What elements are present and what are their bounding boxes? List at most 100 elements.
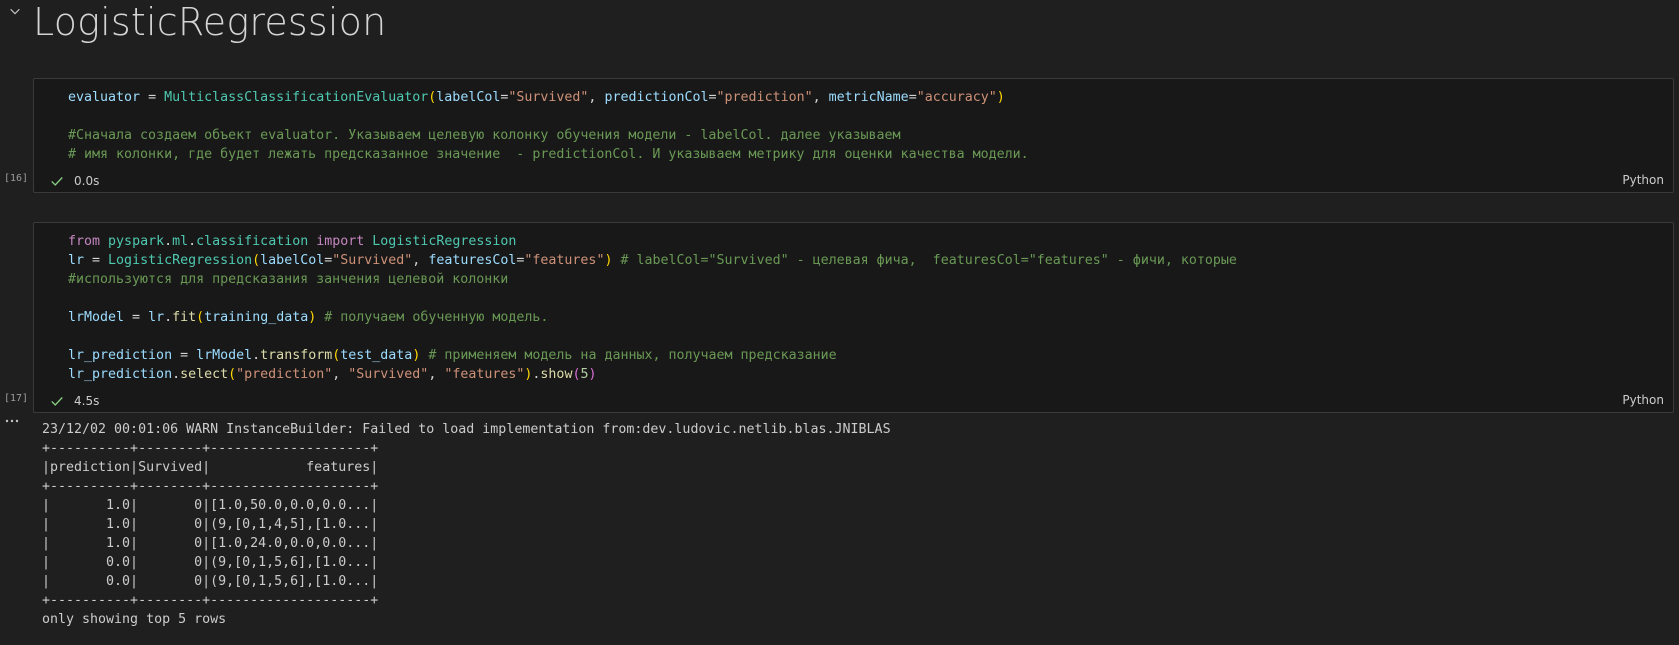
code-token: # labelCol="Survived" - целевая фича, fe… (612, 253, 1237, 268)
code-token: ) (996, 90, 1005, 105)
code-token: # получаем обученную модель. (316, 310, 549, 325)
output-line: |prediction|Survived| features| (42, 460, 379, 475)
code-token: , (812, 90, 829, 105)
code-token: labelCol (260, 253, 325, 268)
code-token: . (172, 367, 181, 382)
cell-output: 23/12/02 00:01:06 WARN InstanceBuilder: … (42, 420, 891, 629)
code-token: . (164, 234, 173, 249)
code-token: classification (196, 234, 309, 249)
code-token: import (316, 234, 365, 249)
output-line: | 1.0| 0|[1.0,50.0,0.0,0.0...| (42, 498, 379, 513)
code-token: training_data (204, 310, 309, 325)
code-cell[interactable]: from pyspark.ml.classification import Lo… (33, 222, 1674, 413)
code-token: . (164, 310, 173, 325)
code-token: ( (252, 253, 261, 268)
code-editor[interactable]: from pyspark.ml.classification import Lo… (68, 232, 1237, 384)
language-picker[interactable]: Python (1622, 173, 1664, 187)
ellipsis-icon[interactable] (4, 418, 20, 424)
code-token: , (412, 253, 429, 268)
code-token: ( (196, 310, 205, 325)
code-token: lr (148, 310, 165, 325)
code-token: MulticlassClassificationEvaluator (164, 90, 429, 105)
code-token: lr (68, 253, 85, 268)
code-token: "Survived" (348, 367, 429, 382)
code-token: , (332, 367, 349, 382)
code-token: #используются для предсказания занчения … (68, 272, 509, 287)
language-picker[interactable]: Python (1622, 393, 1664, 407)
code-token: test_data (340, 348, 413, 363)
code-token: . (188, 234, 197, 249)
code-token: LogisticRegression (372, 234, 517, 249)
code-token: "features" (524, 253, 605, 268)
code-editor[interactable]: evaluator = MulticlassClassificationEval… (68, 88, 1029, 164)
markdown-heading: LogisticRegression (33, 0, 387, 44)
output-line: | 0.0| 0|(9,[0,1,5,6],[1.0...| (42, 574, 379, 589)
cell-status: 0.0s (50, 173, 99, 189)
code-token: = (124, 310, 149, 325)
code-token: lrModel (68, 310, 125, 325)
code-token: = (84, 253, 109, 268)
code-token: evaluator (68, 90, 141, 105)
code-token: = (908, 90, 917, 105)
code-token: , (588, 90, 605, 105)
code-token: ml (172, 234, 189, 249)
code-token: "accuracy" (916, 90, 997, 105)
execution-count: [17] (4, 393, 29, 404)
code-token: # применяем модель на данных, получаем п… (420, 348, 837, 363)
code-token: = (172, 348, 197, 363)
code-token: "prediction" (716, 90, 813, 105)
execution-time: 0.0s (74, 174, 100, 188)
code-line: #Сначала создаем объект evaluator. Указы… (68, 126, 1029, 145)
code-token: transform (260, 348, 333, 363)
check-icon (51, 397, 63, 406)
code-token: lrModel (196, 348, 253, 363)
code-token: . (252, 348, 261, 363)
output-line: 23/12/02 00:01:06 WARN InstanceBuilder: … (42, 422, 891, 437)
code-line: #используются для предсказания занчения … (68, 270, 1237, 289)
code-line: evaluator = MulticlassClassificationEval… (68, 88, 1029, 107)
output-line: +----------+--------+-------------------… (42, 593, 379, 608)
code-token: LogisticRegression (108, 253, 253, 268)
code-line: # имя колонки, где будет лежать предсказ… (68, 145, 1029, 164)
code-token: lr_prediction (68, 348, 173, 363)
code-token: ) (588, 367, 597, 382)
chevron-down-icon[interactable] (8, 4, 22, 18)
code-token: lr_prediction (68, 367, 173, 382)
code-token: "Survived" (332, 253, 413, 268)
code-cell[interactable]: evaluator = MulticlassClassificationEval… (33, 78, 1674, 193)
check-icon (51, 177, 63, 186)
code-token: featuresCol (428, 253, 517, 268)
code-token: ( (228, 367, 237, 382)
code-token: , (428, 367, 445, 382)
code-token: fit (172, 310, 197, 325)
output-line: only showing top 5 rows (42, 612, 227, 627)
output-line: | 1.0| 0|(9,[0,1,4,5],[1.0...| (42, 517, 379, 532)
code-token: select (180, 367, 229, 382)
code-token: # имя колонки, где будет лежать предсказ… (68, 147, 1029, 162)
output-line: +----------+--------+-------------------… (42, 479, 379, 494)
code-token: "features" (444, 367, 525, 382)
code-token: from (68, 234, 101, 249)
execution-time: 4.5s (74, 394, 100, 408)
code-line: lr_prediction = lrModel.transform(test_d… (68, 346, 1237, 365)
output-line: | 1.0| 0|[1.0,24.0,0.0,0.0...| (42, 536, 379, 551)
execution-count: [16] (4, 173, 29, 184)
code-line: lr_prediction.select("prediction", "Surv… (68, 365, 1237, 384)
code-token: show (540, 367, 573, 382)
code-token: = (708, 90, 717, 105)
code-token: #Сначала создаем объект evaluator. Указы… (68, 128, 901, 143)
code-line: lrModel = lr.fit(training_data) # получа… (68, 308, 1237, 327)
output-line: | 0.0| 0|(9,[0,1,5,6],[1.0...| (42, 555, 379, 570)
code-token: "Survived" (508, 90, 589, 105)
code-line: lr = LogisticRegression(labelCol="Surviv… (68, 251, 1237, 270)
cell-status: 4.5s (50, 393, 99, 409)
output-line: +----------+--------+-------------------… (42, 441, 379, 456)
code-line: from pyspark.ml.classification import Lo… (68, 232, 1237, 251)
code-token: pyspark (108, 234, 165, 249)
code-token: = (140, 90, 165, 105)
code-token: predictionCol (604, 90, 709, 105)
code-token: metricName (828, 90, 909, 105)
code-token: labelCol (436, 90, 501, 105)
